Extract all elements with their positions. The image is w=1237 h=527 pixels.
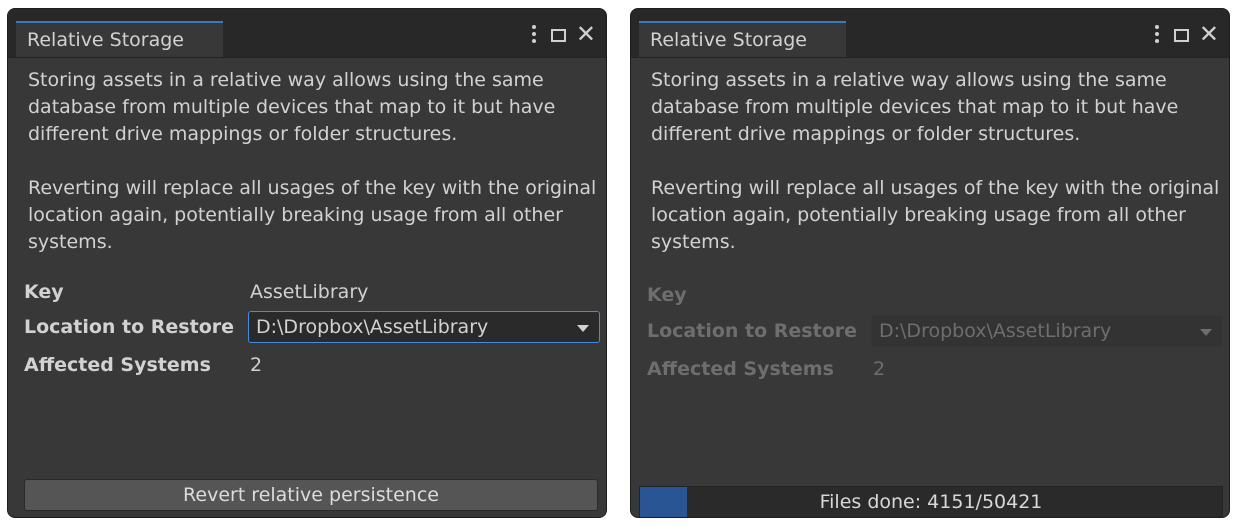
relative-storage-window: Relative Storage ✕ Storing assets in a r… [7, 8, 607, 518]
close-icon[interactable]: ✕ [576, 22, 596, 46]
affected-systems-value: 2 [250, 354, 263, 376]
description-revert: Reverting will replace all usages of the… [651, 177, 1220, 253]
location-dropdown[interactable]: D:\Dropbox\AssetLibrary [248, 311, 600, 343]
description-storage: Storing assets in a relative way allows … [28, 69, 556, 145]
window-titlebar: Relative Storage ✕ [8, 9, 606, 58]
maximize-icon[interactable] [1173, 28, 1189, 42]
location-dropdown-value: D:\Dropbox\AssetLibrary [879, 320, 1112, 342]
window-titlebar: Relative Storage ✕ [631, 9, 1229, 58]
kebab-menu-icon[interactable] [527, 23, 541, 45]
key-label: Key [647, 284, 687, 306]
relative-storage-window-progress: Relative Storage ✕ Storing assets in a r… [630, 8, 1230, 518]
chevron-down-icon [577, 325, 589, 332]
window-tab[interactable]: Relative Storage [16, 21, 223, 57]
kebab-menu-icon[interactable] [1150, 23, 1164, 45]
progress-text: Files done: 4151/50421 [819, 491, 1043, 513]
location-label: Location to Restore [647, 320, 858, 342]
key-label: Key [24, 281, 64, 303]
location-dropdown: D:\Dropbox\AssetLibrary [871, 315, 1223, 347]
affected-systems-label: Affected Systems [647, 358, 834, 380]
location-label: Location to Restore [24, 316, 235, 338]
maximize-icon[interactable] [550, 28, 566, 42]
affected-systems-value: 2 [873, 358, 886, 380]
description-storage: Storing assets in a relative way allows … [651, 69, 1179, 145]
affected-systems-label: Affected Systems [24, 354, 211, 376]
description-revert: Reverting will replace all usages of the… [28, 177, 597, 253]
window-controls: ✕ [1150, 22, 1219, 46]
close-icon[interactable]: ✕ [1199, 22, 1219, 46]
location-dropdown-value: D:\Dropbox\AssetLibrary [256, 316, 489, 338]
window-tab[interactable]: Relative Storage [639, 21, 846, 57]
window-controls: ✕ [527, 22, 596, 46]
key-value: AssetLibrary [250, 281, 369, 303]
progress-bar: Files done: 4151/50421 [639, 486, 1223, 517]
revert-button[interactable]: Revert relative persistence [24, 479, 598, 511]
chevron-down-icon [1200, 329, 1212, 336]
